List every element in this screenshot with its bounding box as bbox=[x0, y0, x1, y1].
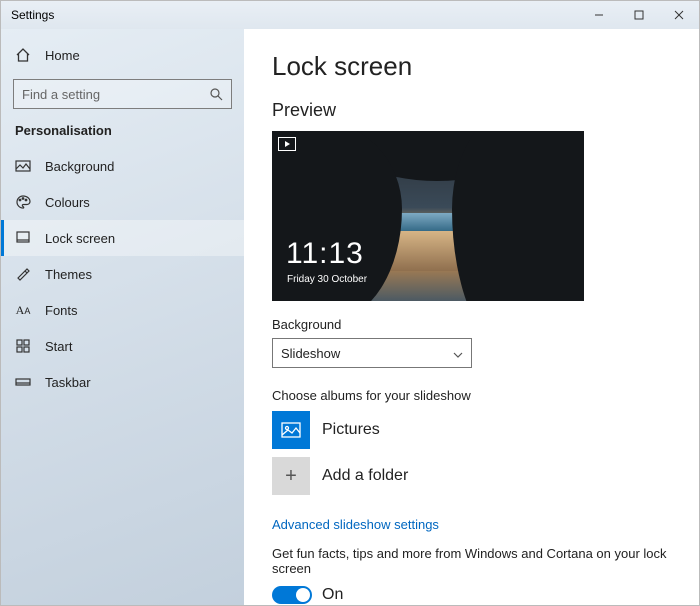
background-select[interactable]: Slideshow bbox=[272, 338, 472, 368]
palette-icon bbox=[15, 194, 31, 210]
preview-time: 11:13 bbox=[286, 237, 364, 271]
preview-heading: Preview bbox=[272, 100, 671, 121]
nav-label: Fonts bbox=[45, 303, 78, 318]
add-folder-label: Add a folder bbox=[322, 467, 408, 485]
start-icon bbox=[15, 338, 31, 354]
advanced-slideshow-link[interactable]: Advanced slideshow settings bbox=[272, 517, 439, 532]
add-folder-button[interactable]: + Add a folder bbox=[272, 457, 671, 495]
nav-label: Background bbox=[45, 159, 114, 174]
albums-heading: Choose albums for your slideshow bbox=[272, 388, 671, 403]
sidebar-item-colours[interactable]: Colours bbox=[1, 184, 244, 220]
background-label: Background bbox=[272, 317, 671, 332]
sidebar-item-themes[interactable]: Themes bbox=[1, 256, 244, 292]
nav-label: Themes bbox=[45, 267, 92, 282]
lock-screen-preview[interactable]: 11:13 Friday 30 October bbox=[272, 131, 584, 301]
home-button[interactable]: Home bbox=[1, 41, 244, 69]
content-area[interactable]: Lock screen Preview 11:13 Friday 30 Octo… bbox=[244, 29, 699, 605]
themes-icon bbox=[15, 266, 31, 282]
toggle-state-label: On bbox=[322, 586, 343, 604]
pictures-thumb-icon bbox=[272, 411, 310, 449]
home-icon bbox=[15, 47, 31, 63]
album-label: Pictures bbox=[322, 421, 380, 439]
close-button[interactable] bbox=[659, 1, 699, 29]
plus-icon: + bbox=[272, 457, 310, 495]
nav-label: Colours bbox=[45, 195, 90, 210]
search-icon bbox=[209, 87, 223, 101]
taskbar-icon bbox=[15, 374, 31, 390]
page-title: Lock screen bbox=[272, 51, 671, 82]
funfacts-toggle[interactable] bbox=[272, 586, 312, 604]
nav-label: Start bbox=[45, 339, 72, 354]
preview-date: Friday 30 October bbox=[287, 274, 367, 285]
settings-window: Settings Home Personalisation bbox=[0, 0, 700, 606]
minimize-button[interactable] bbox=[579, 1, 619, 29]
maximize-button[interactable] bbox=[619, 1, 659, 29]
sidebar-item-background[interactable]: Background bbox=[1, 148, 244, 184]
sidebar: Home Personalisation Background Colours bbox=[1, 29, 244, 605]
chevron-down-icon bbox=[453, 348, 463, 358]
fonts-icon: AA bbox=[15, 302, 31, 318]
titlebar: Settings bbox=[1, 1, 699, 29]
nav-list: Background Colours Lock screen Themes AA… bbox=[1, 148, 244, 400]
sidebar-item-start[interactable]: Start bbox=[1, 328, 244, 364]
home-label: Home bbox=[45, 48, 80, 63]
window-controls bbox=[579, 1, 699, 29]
window-title: Settings bbox=[11, 8, 54, 22]
funfacts-description: Get fun facts, tips and more from Window… bbox=[272, 546, 671, 576]
nav-label: Lock screen bbox=[45, 231, 115, 246]
album-pictures[interactable]: Pictures bbox=[272, 411, 671, 449]
sidebar-item-fonts[interactable]: AA Fonts bbox=[1, 292, 244, 328]
background-value: Slideshow bbox=[281, 346, 340, 361]
lock-screen-icon bbox=[15, 230, 31, 246]
search-input[interactable] bbox=[22, 87, 209, 102]
sidebar-item-lock-screen[interactable]: Lock screen bbox=[1, 220, 244, 256]
picture-icon bbox=[15, 158, 31, 174]
slideshow-icon bbox=[278, 137, 296, 151]
section-title: Personalisation bbox=[1, 123, 244, 148]
search-box[interactable] bbox=[13, 79, 232, 109]
nav-label: Taskbar bbox=[45, 375, 91, 390]
sidebar-item-taskbar[interactable]: Taskbar bbox=[1, 364, 244, 400]
